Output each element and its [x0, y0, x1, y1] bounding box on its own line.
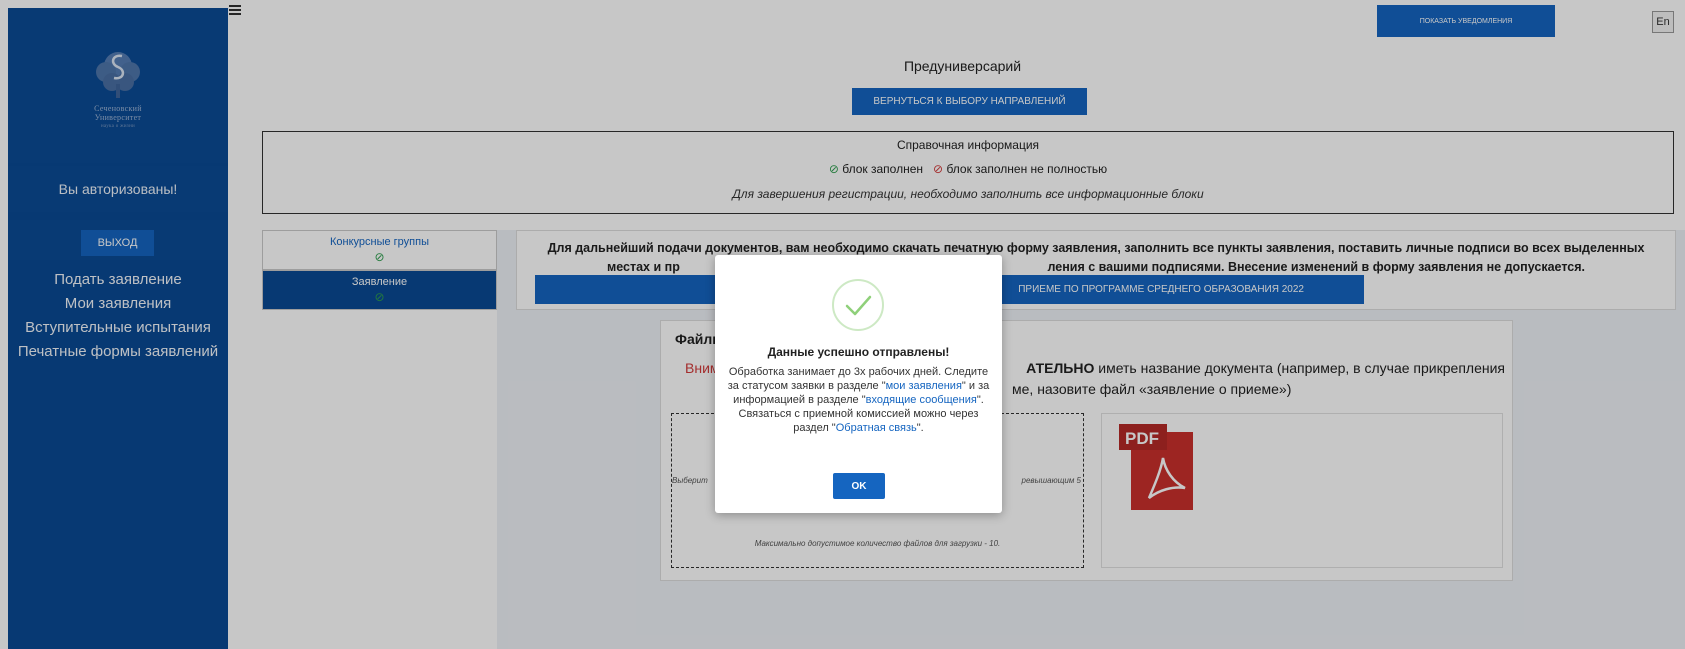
success-check-icon	[832, 279, 884, 331]
incoming-messages-link[interactable]: входящие сообщения	[866, 394, 977, 406]
modal-body: Обработка занимает до 3х рабочих дней. С…	[727, 366, 990, 434]
ok-button[interactable]: ok	[833, 473, 885, 499]
feedback-link[interactable]: Обратная связь	[836, 422, 917, 434]
success-modal: Данные успешно отправлены! Обработка зан…	[715, 255, 1002, 513]
my-applications-link[interactable]: мои заявления	[886, 380, 962, 392]
modal-title: Данные успешно отправлены!	[767, 345, 950, 359]
